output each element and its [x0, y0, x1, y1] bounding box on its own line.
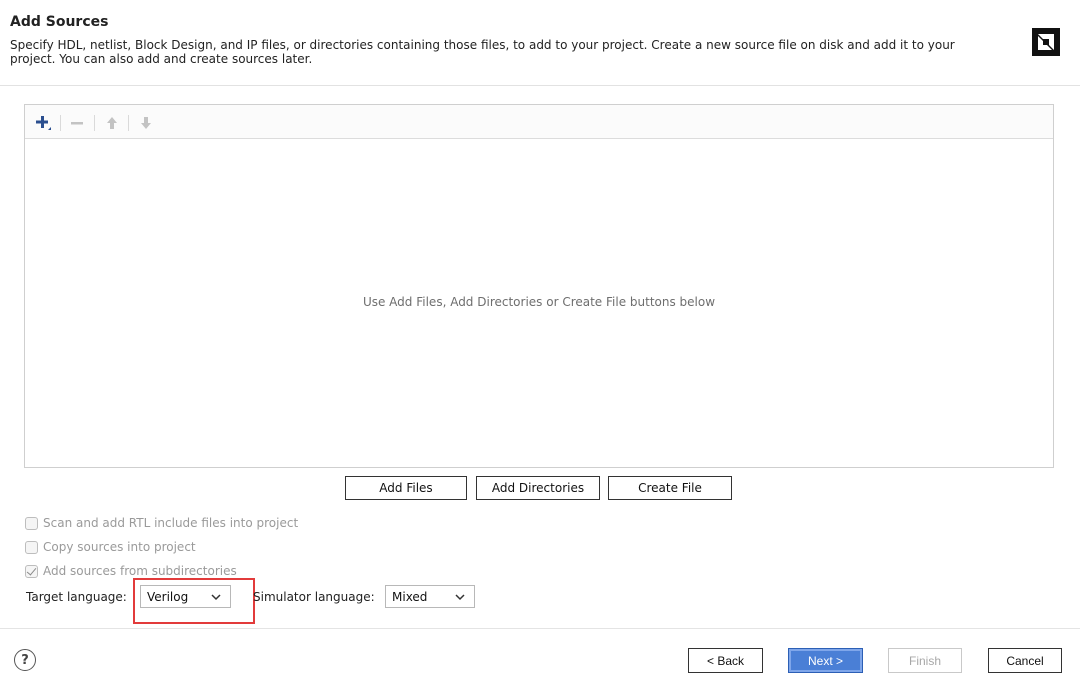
amd-logo-icon	[1032, 28, 1060, 56]
move-down-icon[interactable]	[136, 113, 156, 133]
chevron-down-icon	[455, 594, 465, 601]
finish-label: Finish	[908, 653, 941, 668]
toolbar-divider	[60, 115, 61, 131]
copy-sources-option[interactable]: Copy sources into project	[25, 539, 196, 555]
finish-button: Finish	[888, 648, 962, 673]
target-language-label: Target language:	[26, 590, 127, 604]
remove-icon[interactable]	[67, 113, 87, 133]
simulator-language-label: Simulator language:	[253, 590, 375, 604]
back-button[interactable]: < Back	[688, 648, 763, 673]
create-file-label: Create File	[638, 481, 702, 495]
copy-sources-label: Copy sources into project	[43, 540, 196, 554]
add-files-label: Add Files	[379, 481, 433, 495]
next-label: Next >	[807, 653, 843, 668]
empty-state-text: Use Add Files, Add Directories or Create…	[362, 295, 716, 309]
move-up-icon[interactable]	[102, 113, 122, 133]
annotation-highlight	[133, 578, 255, 624]
add-subdirs-option[interactable]: Add sources from subdirectories	[25, 563, 237, 579]
next-button[interactable]: Next >	[788, 648, 863, 673]
add-subdirs-label: Add sources from subdirectories	[43, 564, 237, 578]
back-label: < Back	[706, 653, 745, 668]
simulator-language-select[interactable]: Mixed	[385, 585, 475, 608]
scan-rtl-label: Scan and add RTL include files into proj…	[43, 516, 299, 530]
add-directories-label: Add Directories	[491, 481, 585, 495]
add-files-button[interactable]: Add Files	[345, 476, 467, 500]
page-description: Specify HDL, netlist, Block Design, and …	[10, 38, 955, 66]
help-icon[interactable]: ?	[14, 649, 36, 671]
simulator-language-value: Mixed	[392, 589, 428, 604]
cancel-label: Cancel	[1006, 653, 1044, 668]
scan-rtl-option[interactable]: Scan and add RTL include files into proj…	[25, 515, 298, 531]
create-file-button[interactable]: Create File	[608, 476, 732, 500]
page-title: Add Sources	[10, 14, 109, 30]
wizard-header: Add Sources Specify HDL, netlist, Block …	[0, 0, 1080, 86]
toolbar-divider	[128, 115, 129, 131]
add-subdirs-checkbox[interactable]	[25, 564, 38, 578]
add-icon[interactable]	[33, 113, 53, 133]
scan-rtl-checkbox[interactable]	[25, 516, 38, 530]
add-directories-button[interactable]: Add Directories	[476, 476, 600, 500]
sources-panel: Use Add Files, Add Directories or Create…	[24, 104, 1054, 468]
copy-sources-checkbox[interactable]	[25, 540, 38, 554]
cancel-button[interactable]: Cancel	[988, 648, 1062, 673]
sources-toolbar	[25, 105, 1053, 139]
toolbar-divider	[94, 115, 95, 131]
